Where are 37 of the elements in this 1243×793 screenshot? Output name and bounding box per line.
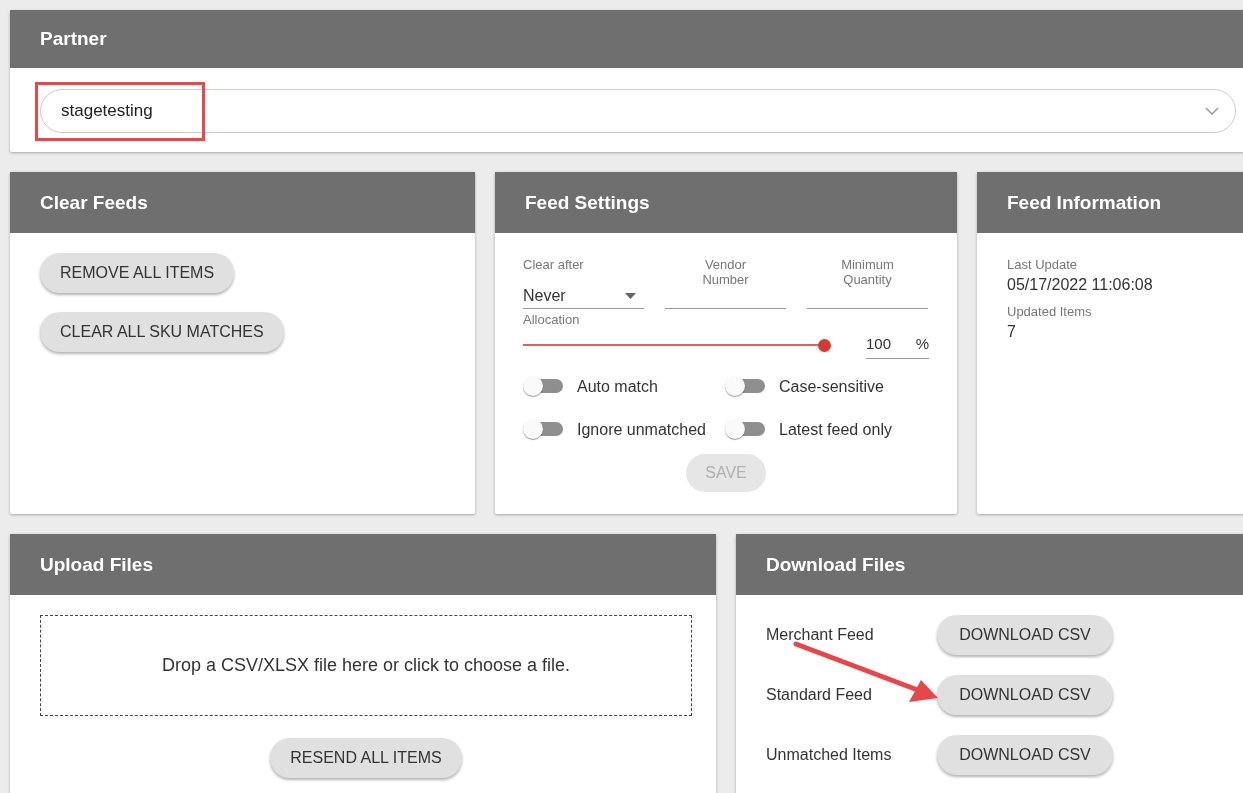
toggle-switch[interactable] — [523, 419, 563, 440]
toggle-switch[interactable] — [725, 419, 765, 440]
toggle-label: Case-sensitive — [779, 377, 884, 396]
file-dropzone[interactable]: Drop a CSV/XLSX file here or click to choose a file. — [40, 615, 692, 716]
toggle-label: Latest feed only — [779, 420, 892, 439]
toggle-label: Auto match — [577, 377, 658, 396]
info-value: 7 — [1007, 323, 1017, 341]
card-title: Clear Feeds — [40, 191, 148, 214]
clear-after-select[interactable]: Never — [523, 283, 644, 309]
allocation-field[interactable]: 100 % — [866, 331, 929, 359]
card-title: Download Files — [766, 553, 906, 576]
card-title: Upload Files — [40, 553, 153, 576]
action-button[interactable]: REMOVE ALL ITEMS — [40, 253, 235, 293]
download-button[interactable]: DOWNLOAD CSV — [937, 735, 1113, 775]
card-title: Feed Information — [1007, 191, 1162, 214]
field-label: Minimum Quantity — [840, 257, 895, 287]
toggle-switch[interactable] — [523, 376, 563, 397]
allocation-slider[interactable] — [523, 338, 833, 352]
download-button[interactable]: DOWNLOAD CSV — [937, 675, 1113, 715]
download-button[interactable]: DOWNLOAD CSV — [937, 615, 1113, 655]
card-title: Partner — [40, 28, 107, 50]
field-label: Clear after — [523, 257, 585, 272]
info-value: 05/17/2022 11:06:08 — [1007, 276, 1154, 294]
field-label: Vendor Number — [701, 257, 750, 287]
field-label: Allocation — [523, 312, 581, 327]
action-button[interactable]: CLEAR ALL SKU MATCHES — [40, 312, 284, 352]
info-label: Last Update — [1007, 257, 1079, 272]
chevron-down-icon — [1205, 107, 1219, 115]
toggle-label: Ignore unmatched — [577, 420, 706, 439]
card-title: Feed Settings — [525, 191, 650, 214]
caret-icon — [625, 292, 636, 299]
feed-label: Unmatched Items — [766, 746, 893, 764]
resend-button[interactable]: RESEND ALL ITEMS — [270, 738, 462, 778]
feed-label: Standard Feed — [766, 686, 873, 704]
feed-label: Merchant Feed — [766, 626, 875, 644]
info-label: Updated Items — [1007, 304, 1093, 319]
toggle-switch[interactable] — [725, 376, 765, 397]
